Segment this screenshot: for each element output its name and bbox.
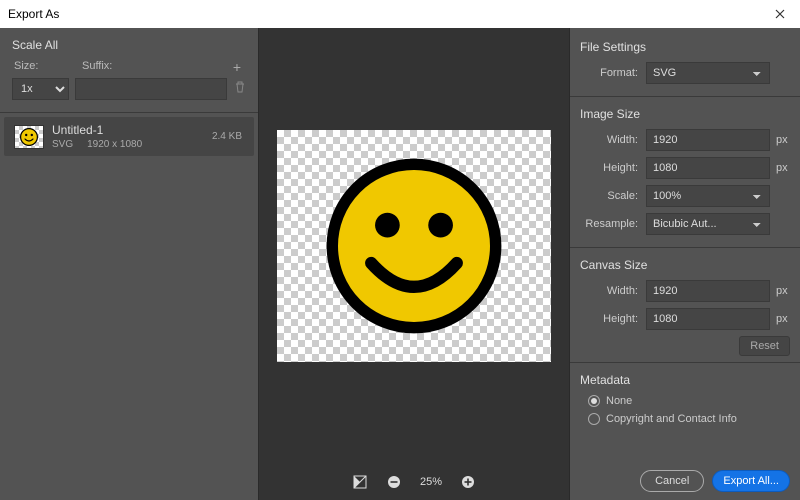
- radio-selected-icon: [588, 395, 600, 407]
- zoom-in-button[interactable]: [460, 474, 476, 490]
- color-proof-icon[interactable]: [352, 474, 368, 490]
- main-area: Scale All Size: Suffix: + 1x Untitled-1: [0, 28, 800, 500]
- resample-select[interactable]: Bicubic Aut...: [646, 213, 770, 235]
- scale-all-section: Scale All Size: Suffix: + 1x: [0, 28, 258, 104]
- canvas-width-label: Width:: [580, 285, 646, 297]
- img-width-input[interactable]: [646, 129, 770, 151]
- asset-name: Untitled-1: [52, 123, 212, 137]
- left-panel: Scale All Size: Suffix: + 1x Untitled-1: [0, 28, 258, 500]
- metadata-copyright-row[interactable]: Copyright and Contact Info: [588, 413, 790, 425]
- cancel-button[interactable]: Cancel: [640, 470, 704, 492]
- preview-image: [319, 151, 509, 341]
- asset-filesize: 2.4 KB: [212, 131, 242, 142]
- close-button[interactable]: [760, 0, 800, 28]
- canvas-width-input[interactable]: [646, 280, 770, 302]
- asset-format: SVG: [52, 139, 73, 150]
- px-unit: px: [770, 134, 790, 146]
- metadata-heading: Metadata: [580, 373, 790, 387]
- img-width-label: Width:: [580, 134, 646, 146]
- preview-stage: [259, 28, 569, 464]
- zoom-level: 25%: [420, 476, 442, 488]
- scale-select[interactable]: 100%: [646, 185, 770, 207]
- scale-label: Scale:: [580, 190, 646, 202]
- image-size-section: Image Size Width: px Height: px Scale: 1…: [580, 103, 790, 241]
- format-label: Format:: [580, 67, 646, 79]
- px-unit: px: [770, 313, 790, 325]
- radio-unselected-icon: [588, 413, 600, 425]
- file-settings-section: File Settings Format: SVG: [580, 36, 790, 90]
- canvas-size-section: Canvas Size Width: px Height: px Reset: [580, 254, 790, 356]
- right-panel: File Settings Format: SVG Image Size Wid…: [570, 28, 800, 500]
- size-label: Size:: [12, 60, 82, 74]
- zoom-bar: 25%: [259, 464, 569, 500]
- preview-panel: 25%: [258, 28, 570, 500]
- canvas-height-label: Height:: [580, 313, 646, 325]
- format-select[interactable]: SVG: [646, 62, 770, 84]
- zoom-out-button[interactable]: [386, 474, 402, 490]
- image-size-heading: Image Size: [580, 107, 790, 121]
- asset-row[interactable]: Untitled-1 SVG 1920 x 1080 2.4 KB: [4, 117, 254, 156]
- asset-dims: 1920 x 1080: [87, 139, 142, 150]
- trash-icon[interactable]: [233, 80, 246, 98]
- window-title: Export As: [8, 7, 59, 21]
- size-select[interactable]: 1x: [12, 78, 69, 100]
- footer-buttons: Cancel Export All...: [640, 470, 790, 492]
- metadata-none-label: None: [606, 395, 632, 407]
- px-unit: px: [770, 285, 790, 297]
- scale-all-heading: Scale All: [12, 38, 246, 52]
- canvas-height-input[interactable]: [646, 308, 770, 330]
- titlebar: Export As: [0, 0, 800, 28]
- close-icon: [775, 9, 785, 19]
- img-height-input[interactable]: [646, 157, 770, 179]
- suffix-input[interactable]: [75, 78, 227, 100]
- asset-thumbnail: [14, 125, 44, 149]
- canvas-size-heading: Canvas Size: [580, 258, 790, 272]
- metadata-copyright-label: Copyright and Contact Info: [606, 413, 737, 425]
- resample-label: Resample:: [580, 218, 646, 230]
- preview-canvas: [277, 130, 551, 362]
- metadata-none-row[interactable]: None: [588, 395, 790, 407]
- export-all-button[interactable]: Export All...: [712, 470, 790, 492]
- px-unit: px: [770, 162, 790, 174]
- file-settings-heading: File Settings: [580, 40, 790, 54]
- reset-button[interactable]: Reset: [739, 336, 790, 356]
- add-scale-button[interactable]: +: [228, 60, 246, 74]
- img-height-label: Height:: [580, 162, 646, 174]
- metadata-section: Metadata None Copyright and Contact Info: [580, 369, 790, 431]
- suffix-label: Suffix:: [82, 60, 228, 74]
